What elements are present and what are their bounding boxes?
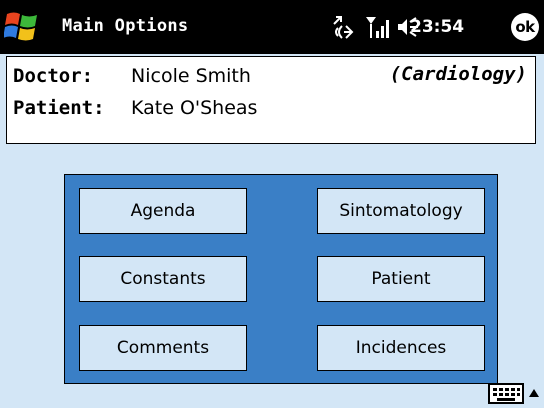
keyboard-icon[interactable] [488, 381, 526, 405]
menu-panel: Agenda Sintomatology Constants Patient C… [64, 174, 498, 384]
signal-icon[interactable] [364, 15, 390, 39]
patient-name: Kate O'Sheas [131, 97, 258, 119]
ok-button[interactable]: ok [511, 13, 539, 41]
sintomatology-button[interactable]: Sintomatology [317, 188, 485, 234]
agenda-button[interactable]: Agenda [79, 188, 247, 234]
comments-button[interactable]: Comments [79, 325, 247, 371]
connectivity-icon[interactable] [330, 14, 356, 40]
windows-start-icon[interactable] [4, 10, 40, 44]
doctor-label: Doctor: [13, 65, 94, 87]
constants-button[interactable]: Constants [79, 256, 247, 302]
clock[interactable]: 23:54 [410, 17, 464, 37]
patient-label: Patient: [13, 97, 105, 119]
title-bar: Main Options 23:54 ok [0, 0, 544, 54]
specialty-label: (Cardiology) [389, 63, 527, 85]
chevron-up-icon[interactable] [528, 386, 540, 400]
window-title: Main Options [62, 16, 189, 36]
incidences-button[interactable]: Incidences [317, 325, 485, 371]
info-panel: Doctor: Nicole Smith (Cardiology) Patien… [6, 56, 536, 144]
doctor-name: Nicole Smith [131, 65, 251, 87]
patient-button[interactable]: Patient [317, 256, 485, 302]
input-panel-toggle[interactable] [488, 380, 542, 406]
